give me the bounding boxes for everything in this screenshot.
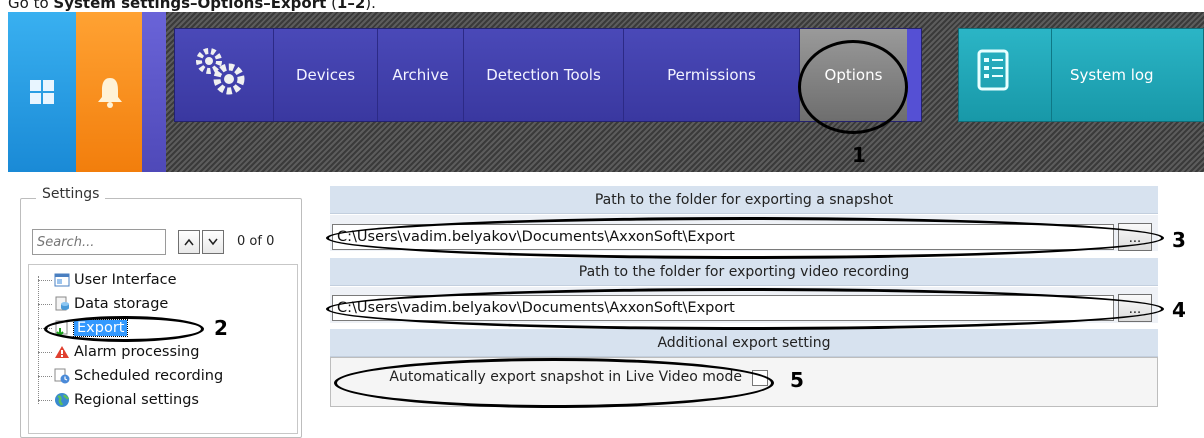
system-log-menu[interactable]: System log: [958, 28, 1204, 122]
annotation-number-3: 3: [1172, 228, 1186, 252]
windows-grid-icon: [22, 72, 62, 112]
tree-item-label: User Interface: [74, 272, 177, 288]
annotation-ellipse-snapshot-path: [326, 217, 1164, 259]
tree-item-regional-settings[interactable]: Regional settings: [38, 390, 199, 410]
tree-item-user-interface[interactable]: User Interface: [38, 270, 177, 290]
annotation-ellipse-video-path: [326, 288, 1164, 330]
bell-icon: [90, 72, 130, 112]
caption-end: ).: [365, 0, 376, 12]
caption-path: System settings–Options–Export: [53, 0, 327, 12]
annotation-ellipse-auto-snapshot: [334, 358, 774, 408]
search-prev-button[interactable]: [178, 230, 200, 254]
annotation-number-2: 2: [214, 316, 228, 340]
tree-item-label: Regional settings: [74, 392, 199, 408]
menu-devices-label: Devices: [295, 66, 356, 84]
window-icon: [54, 272, 70, 288]
menu-detection-tools-label: Detection Tools: [486, 66, 601, 84]
tree-item-alarm-processing[interactable]: Alarm processing: [38, 342, 199, 362]
database-icon: [54, 296, 70, 312]
system-log-label: System log: [1051, 29, 1154, 121]
tree-item-label: Data storage: [74, 296, 169, 312]
snapshot-path-header: Path to the folder for exporting a snaps…: [330, 186, 1158, 214]
alarm-icon: [54, 344, 70, 360]
toolbar-divider-strip: [142, 12, 166, 172]
menu-archive[interactable]: Archive: [377, 29, 463, 121]
annotation-ellipse-export: [44, 316, 204, 342]
annotation-ellipse-options: [798, 40, 908, 134]
globe-icon: [54, 392, 70, 408]
checklist-icon: [973, 47, 1015, 97]
caption-steps: 1–2: [336, 0, 366, 12]
tree-item-label: Alarm processing: [74, 344, 200, 360]
search-input[interactable]: [32, 229, 166, 255]
search-next-button[interactable]: [202, 230, 224, 254]
tree-item-scheduled-recording[interactable]: Scheduled recording: [38, 366, 223, 386]
caption-prefix: Go to: [8, 0, 54, 12]
menu-archive-label: Archive: [392, 66, 449, 84]
additional-settings-header: Additional export setting: [330, 329, 1158, 357]
menu-permissions-label: Permissions: [667, 66, 756, 84]
annotation-number-5: 5: [790, 368, 804, 392]
menu-devices[interactable]: Devices: [273, 29, 377, 121]
chevron-up-icon: [184, 238, 194, 246]
menu-right-strip: [907, 29, 921, 121]
main-toolbar: Devices Archive Detection Tools Permissi…: [8, 12, 1204, 172]
annotation-number-4: 4: [1172, 298, 1186, 322]
instruction-caption: Go to System settings–Options–Export (1–…: [8, 0, 376, 12]
tree-item-label: Scheduled recording: [74, 368, 224, 384]
video-path-header: Path to the folder for exporting video r…: [330, 258, 1158, 286]
menu-permissions[interactable]: Permissions: [623, 29, 799, 121]
search-result-count: 0 of 0: [237, 234, 275, 249]
menu-detection-tools[interactable]: Detection Tools: [463, 29, 623, 121]
gears-icon: [185, 39, 255, 109]
settings-group-title: Settings: [36, 186, 106, 202]
schedule-icon: [54, 368, 70, 384]
caption-paren: (: [326, 0, 337, 12]
annotation-number-1: 1: [852, 143, 866, 167]
chevron-down-icon: [208, 238, 218, 246]
tree-item-data-storage[interactable]: Data storage: [38, 294, 168, 314]
